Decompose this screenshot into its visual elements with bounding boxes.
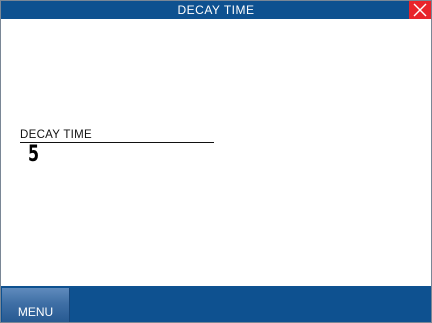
close-button[interactable] [409, 1, 431, 19]
parameter-value[interactable]: 5 [28, 142, 39, 168]
close-icon [413, 3, 427, 17]
title-bar: DECAY TIME [1, 1, 431, 19]
decay-time-parameter[interactable]: DECAY TIME 5 [20, 129, 214, 167]
bottom-bar: MENU [1, 286, 431, 322]
menu-button[interactable]: MENU [2, 288, 70, 322]
screen-title: DECAY TIME [177, 3, 255, 17]
parameter-label: DECAY TIME [20, 129, 214, 143]
decay-time-screen: DECAY TIME DECAY TIME 5 MENU [0, 0, 432, 323]
menu-button-label: MENU [17, 305, 54, 319]
